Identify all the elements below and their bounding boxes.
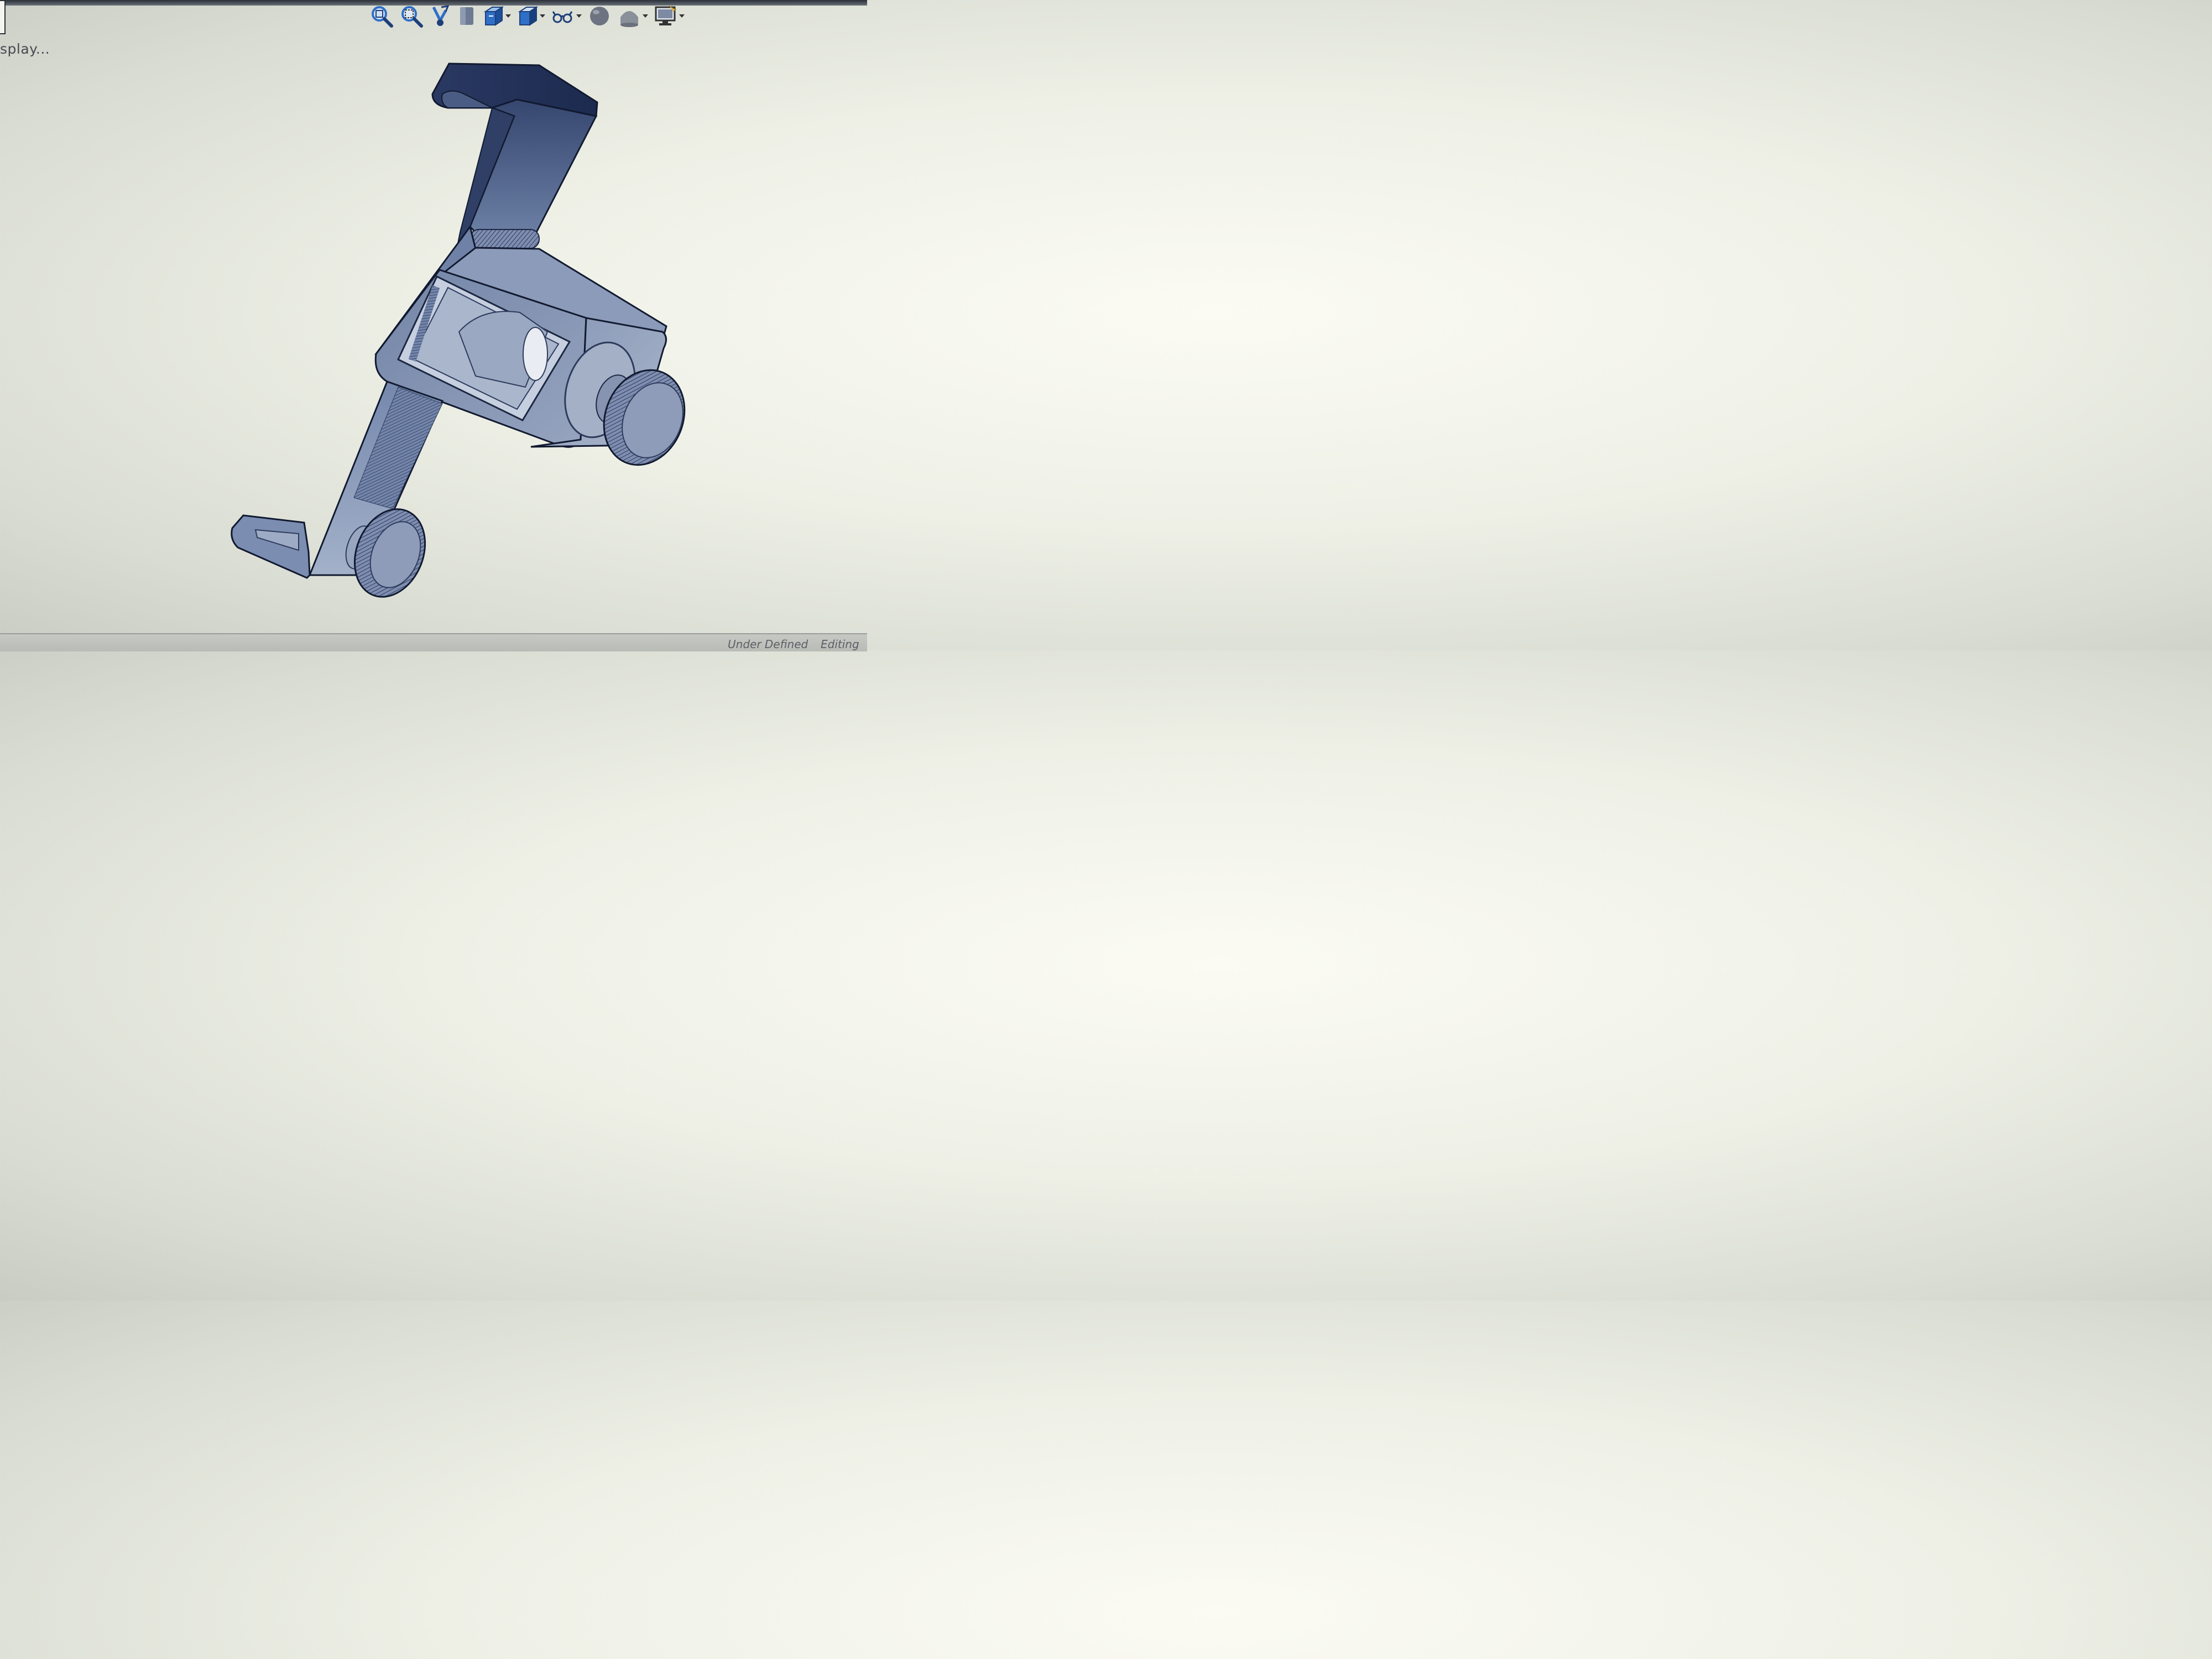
display-style-icon <box>518 6 539 26</box>
edit-appearance-button[interactable] <box>587 4 612 28</box>
zoom-to-fit-button[interactable] <box>369 4 394 28</box>
status-bar: Under Defined Editing <box>0 633 867 651</box>
previous-view-icon <box>432 5 450 26</box>
view-settings-button[interactable] <box>654 4 685 28</box>
zoom-to-fit-icon <box>372 6 393 28</box>
display-style-button[interactable] <box>517 4 545 28</box>
chevron-down-icon <box>540 14 545 18</box>
chevron-down-icon <box>505 14 511 18</box>
previous-view-button[interactable] <box>429 4 451 28</box>
view-settings-icon <box>655 6 676 25</box>
hide-show-items-button[interactable] <box>551 4 582 28</box>
apply-scene-button[interactable] <box>617 4 648 28</box>
view-orientation-button[interactable] <box>482 4 511 28</box>
heads-up-view-toolbar <box>369 3 685 29</box>
graphics-area[interactable] <box>0 33 867 633</box>
edit-appearance-icon <box>590 7 609 25</box>
status-definition-state: Under Defined <box>728 638 808 651</box>
chevron-down-icon <box>679 14 685 18</box>
section-view-icon <box>460 7 473 25</box>
phone-mount-clamp-model[interactable] <box>231 62 698 608</box>
hide-show-items-icon <box>552 11 573 23</box>
chevron-down-icon <box>576 14 582 18</box>
section-view-button[interactable] <box>457 4 477 28</box>
pivot-pin <box>469 229 540 249</box>
zoom-to-area-icon <box>401 6 423 28</box>
view-orientation-icon <box>483 6 504 26</box>
shaft-bore <box>523 327 548 381</box>
panel-corner <box>0 0 6 34</box>
chevron-down-icon <box>643 14 648 18</box>
zoom-to-area-button[interactable] <box>399 4 424 28</box>
apply-scene-icon <box>620 11 638 27</box>
status-editing-mode: Editing <box>821 638 859 651</box>
